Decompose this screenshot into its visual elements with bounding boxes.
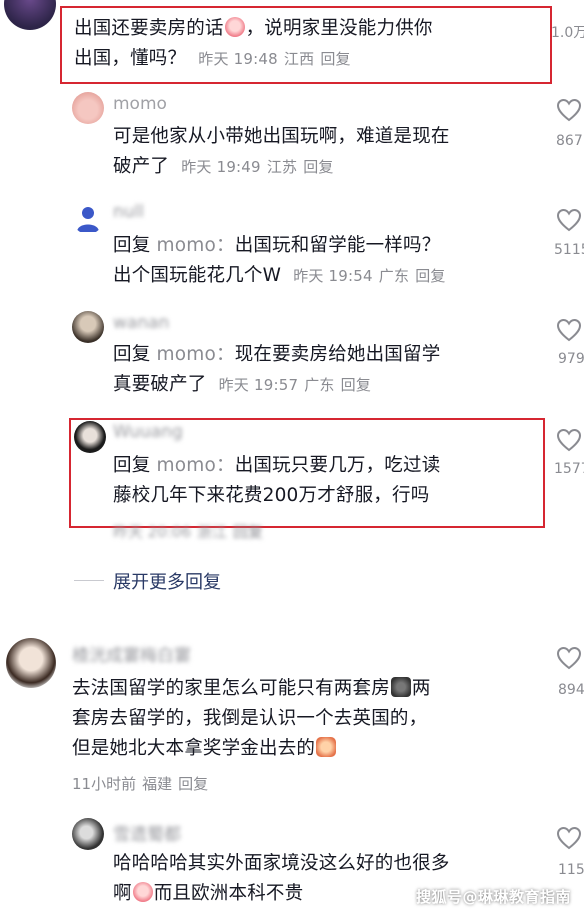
like-count: 1.0万 [551,25,584,41]
avatar[interactable] [4,0,56,30]
like-count: 894 [558,682,584,698]
avatar[interactable] [72,202,104,234]
like-count: 5115 [554,242,584,258]
expand-more-replies-button[interactable]: 展开更多回复 [113,568,221,594]
avatar[interactable] [6,638,56,688]
user-silhouette-icon [77,207,99,232]
reply-button[interactable]: 回复 [415,267,445,285]
like-count: 115 [558,862,584,878]
heart-outline-icon[interactable] [556,826,582,850]
cry-emoji-icon [224,17,245,37]
cat-blush-emoji-icon [316,737,337,757]
comment-text: 回复 momo：出国玩只要几万，吃过读 藤校几年下来花费200万才舒服，行吗 [113,455,441,506]
reply-button[interactable]: 回复 [233,523,263,541]
username[interactable]: wanan [113,313,169,333]
reply-button[interactable]: 回复 [320,50,350,68]
username[interactable]: null [113,202,144,222]
heart-outline-icon[interactable] [556,98,582,122]
avatar[interactable] [72,818,104,850]
watermark: 搜狐号@琳琳教育指南 [416,888,572,906]
heart-outline-icon[interactable] [556,428,582,452]
reply-button[interactable]: 回复 [303,158,333,176]
avatar[interactable] [72,92,104,124]
reply-button[interactable]: 回复 [341,376,371,394]
username[interactable]: 楂洸成寠梅白寠 [72,641,191,666]
comment-text: 出国还要卖房的话 ，说明家里没能力供你 出国，懂吗？ 昨天 19:48 江西 回复 [74,17,433,69]
heart-outline-icon[interactable] [556,646,582,670]
comment-meta: 11小时前 福建 回复 [72,775,209,793]
comment-meta: 昨天 20:06 浙江 回复 [113,523,264,541]
expand-divider [74,580,104,581]
mention[interactable]: momo： [157,344,235,365]
like-count: 1577 [554,461,584,477]
heart-outline-icon[interactable] [556,318,582,342]
avatar[interactable] [74,421,106,453]
comment-text: 可是他家从小带她出国玩啊，难道是现在 破产了 昨天 19:49 江苏 回复 [113,126,450,177]
mention[interactable]: momo： [157,455,235,476]
comment-text: 去法国留学的家里怎么可能只有两套房两 套房去留学的，我倒是认识一个去英国的， 但… [72,677,431,759]
cat-emoji-icon [390,677,411,697]
cry-emoji-icon [132,882,153,902]
like-count: 867 [556,133,583,149]
comment-text: 回复 momo：出国玩和留学能一样吗？ 出个国玩能花几个W 昨天 19:54 广东… [113,235,446,286]
like-count: 979 [558,351,584,367]
reply-button[interactable]: 回复 [178,775,208,793]
username[interactable]: momo [113,94,167,114]
comment-text: 回复 momo：现在要卖房给她出国留学 真要破产了 昨天 19:57 广东 回复 [113,344,441,395]
avatar[interactable] [72,311,104,343]
mention[interactable]: momo： [157,235,235,256]
username[interactable]: Wuuang [113,422,183,442]
username[interactable]: 雪遗蜀都 [113,820,181,845]
heart-outline-icon[interactable] [556,208,582,232]
